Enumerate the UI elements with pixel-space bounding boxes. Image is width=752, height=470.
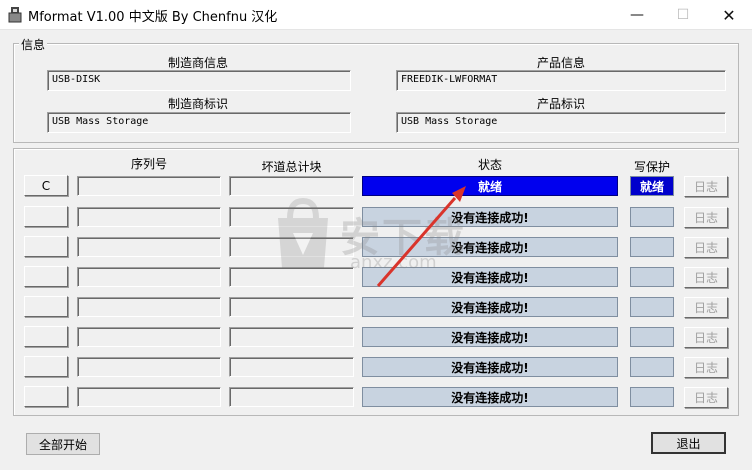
exit-button[interactable]: 退出 [651, 432, 726, 454]
start-all-button[interactable]: 全部开始 [26, 433, 100, 455]
annotation-arrow [376, 186, 466, 287]
